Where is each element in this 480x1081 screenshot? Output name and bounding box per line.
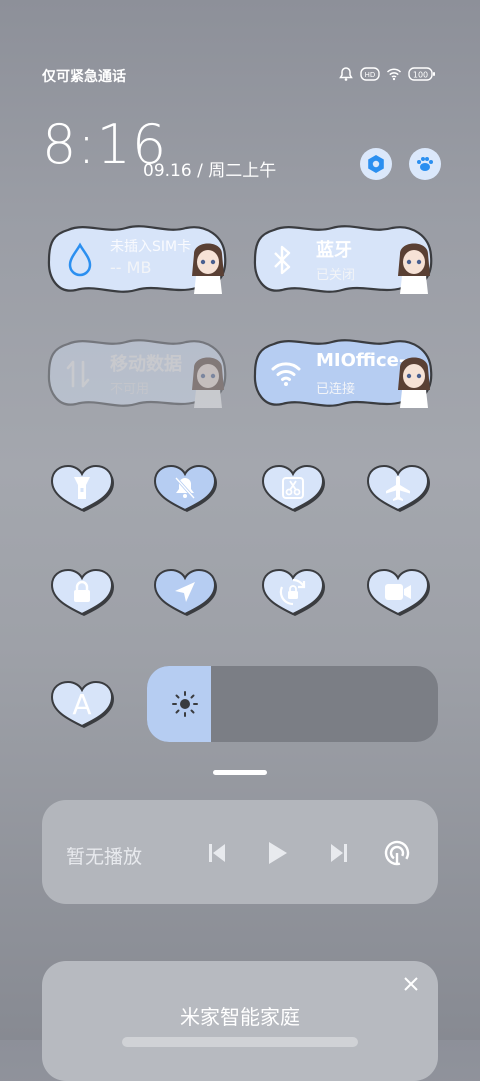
data-usage-title: 未插入SIM卡	[110, 239, 192, 255]
data-usage-value: -- MB	[110, 258, 152, 277]
smart-home-card[interactable]: 米家智能家庭	[42, 961, 438, 1081]
mobile-data-title: 移动数据	[110, 354, 182, 375]
mobile-data-tile[interactable]: 移动数据 不可用	[46, 338, 228, 410]
water-drop-icon	[68, 242, 92, 277]
drag-handle[interactable]	[213, 770, 267, 775]
data-usage-tile[interactable]: 未插入SIM卡 -- MB	[46, 224, 228, 296]
video-camera-icon	[385, 584, 411, 600]
airplane-toggle[interactable]	[366, 464, 430, 514]
bluetooth-status: 已关闭	[316, 268, 356, 283]
location-toggle[interactable]	[153, 568, 217, 618]
cast-icon	[384, 840, 410, 866]
font-size-label: A	[72, 687, 92, 721]
avatar-sticker	[398, 243, 430, 294]
screenshot-toggle[interactable]	[261, 464, 325, 514]
play-icon	[269, 842, 287, 864]
screen-record-toggle[interactable]	[366, 568, 430, 618]
paw-icon	[417, 157, 433, 171]
brightness-slider[interactable]	[147, 666, 438, 742]
settings-icon	[368, 155, 384, 173]
status-icons: HD 100	[338, 66, 436, 82]
airplane-icon	[386, 476, 410, 501]
wifi-status: 已连接	[316, 382, 356, 397]
media-title: 暂无播放	[66, 846, 143, 868]
bluetooth-icon	[274, 245, 291, 275]
avatar-sticker	[192, 243, 224, 294]
flashlight-toggle[interactable]	[50, 464, 114, 514]
avatar-sticker	[398, 357, 430, 408]
svg-text:100: 100	[413, 71, 428, 80]
lock-icon	[74, 580, 90, 602]
hd-icon: HD	[360, 67, 380, 81]
lock-toggle[interactable]	[50, 568, 114, 618]
media-player-card[interactable]: 暂无播放	[42, 800, 438, 904]
sun-icon	[172, 691, 198, 717]
font-size-toggle[interactable]: A	[50, 680, 114, 730]
avatar-sticker	[192, 357, 224, 408]
next-icon	[331, 844, 347, 862]
scissors-icon	[282, 477, 304, 499]
next-button[interactable]	[324, 838, 354, 868]
smart-home-subtitle-placeholder	[122, 1037, 358, 1047]
alarm-icon	[339, 67, 353, 81]
wifi-title: MIOffice-	[316, 350, 407, 371]
settings-button[interactable]	[360, 148, 392, 180]
wifi-icon	[386, 68, 402, 81]
rotate-lock-icon	[279, 578, 306, 606]
previous-icon	[209, 844, 225, 862]
previous-button[interactable]	[202, 838, 232, 868]
location-arrow-icon	[175, 582, 195, 602]
edit-button[interactable]	[409, 148, 441, 180]
bell-off-icon	[174, 476, 196, 500]
auto-rotate-toggle[interactable]	[261, 568, 325, 618]
close-icon	[404, 977, 418, 991]
close-button[interactable]	[398, 971, 424, 997]
smart-home-title: 米家智能家庭	[180, 1005, 300, 1029]
cast-button[interactable]	[382, 838, 412, 868]
wifi-tile[interactable]: MIOffice- 已连接	[252, 338, 434, 410]
clock-date: 09.16 / 周二上午	[143, 161, 277, 181]
status-carrier-text: 仅可紧急通话	[42, 69, 126, 85]
flashlight-icon	[74, 477, 90, 499]
wifi-icon	[271, 362, 301, 386]
mobile-data-status: 不可用	[110, 382, 150, 397]
bluetooth-tile[interactable]: 蓝牙 已关闭	[252, 224, 434, 296]
svg-text:HD: HD	[365, 71, 376, 79]
play-button[interactable]	[263, 838, 293, 868]
battery-icon: 100	[408, 67, 435, 81]
mute-toggle[interactable]	[153, 464, 217, 514]
brightness-fill	[147, 666, 211, 742]
mobile-data-arrows-icon	[66, 360, 90, 388]
bluetooth-title: 蓝牙	[316, 240, 352, 261]
